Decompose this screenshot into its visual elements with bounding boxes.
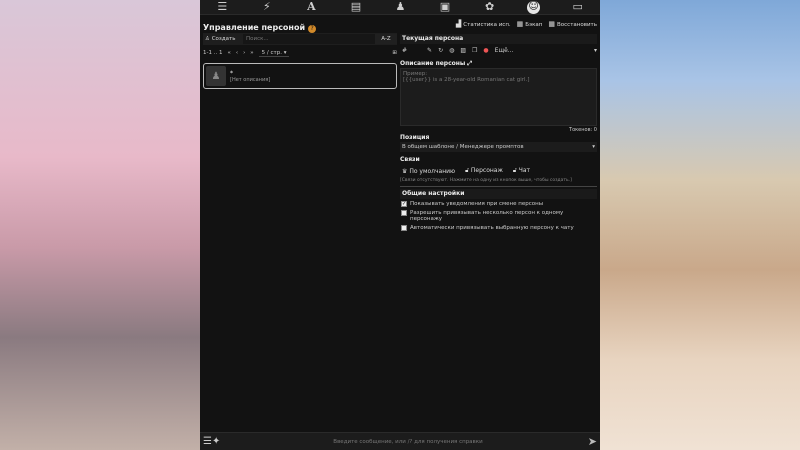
persona-name: *	[230, 69, 233, 77]
links-row: ♛ По умолчанию 🔓︎ Персонаж 🔓︎ Чат	[400, 164, 597, 178]
plug-icon[interactable]: ⚡	[260, 1, 274, 13]
sync-icon[interactable]: ↻	[438, 47, 443, 54]
link-chat-button[interactable]: 🔓︎ Чат	[513, 167, 530, 175]
restore-button[interactable]: ▦ Восстановить	[548, 20, 597, 28]
persona-description: [Нет описания]	[230, 76, 271, 83]
checkbox-unchecked[interactable]	[401, 224, 407, 231]
image-icon[interactable]: ▣	[438, 1, 452, 13]
file-export-icon: ▦	[516, 20, 524, 28]
option-multi-bind[interactable]: Разрешить привязывать несколько персон к…	[400, 209, 597, 223]
pagination: 1-1 .. 1 « ‹ › » 5 / стр. ▾ ⊞	[203, 47, 397, 59]
sort-select[interactable]: A-Z	[375, 34, 397, 44]
user-plus-icon: ♙	[205, 36, 210, 42]
current-persona-name: #	[402, 46, 408, 54]
chat-input-bar: ☰✦ Введите сообщение, или /? для получен…	[200, 432, 600, 450]
help-icon[interactable]: ?	[308, 24, 317, 33]
lock-icon: 🔓︎	[512, 167, 517, 174]
usage-stats-button[interactable]: ▟ Статистика исп.	[456, 20, 511, 28]
next-page-button[interactable]: ›	[243, 50, 245, 56]
users-icon[interactable]: ♟	[393, 1, 407, 13]
link-default-button[interactable]: ♛ По умолчанию	[402, 168, 455, 175]
persona-card[interactable]: ♟ * [Нет описания]	[203, 63, 397, 89]
general-settings-title: Общие настройки	[400, 189, 597, 199]
lock-icon: 🔓︎	[465, 167, 469, 174]
current-persona-title: Текущая персона	[400, 34, 597, 44]
backup-button[interactable]: ▦ Бэкап	[517, 20, 543, 28]
search-input[interactable]: Поиск...	[243, 34, 375, 44]
token-counter: Токенов: 0	[569, 127, 597, 133]
option-notify[interactable]: ✓ Показывать уведомления при смене персон…	[400, 201, 597, 208]
delete-icon[interactable]: ●	[483, 47, 488, 54]
chevron-down-icon: ▾	[592, 144, 595, 150]
links-label: Связи	[400, 156, 420, 163]
message-input[interactable]: Введите сообщение, или /? для получения …	[233, 439, 583, 445]
grid-view-icon[interactable]: ⊞	[392, 50, 397, 56]
position-select[interactable]: В общем шаблоне / Менеджере промптов ▾	[400, 142, 597, 152]
globe-icon[interactable]: ◍	[449, 47, 454, 54]
link-character-button[interactable]: 🔓︎ Персонаж	[465, 167, 503, 175]
send-icon[interactable]: ➤	[583, 435, 597, 448]
more-dropdown[interactable]: Ещё...	[495, 47, 514, 54]
prev-page-button[interactable]: ‹	[236, 50, 238, 56]
persona-management-panel: ☰ ⚡ A ▤ ♟ ▣ ✿ ☺ ▭ Управление персоной? ▟…	[200, 0, 600, 450]
expand-icon[interactable]: ⤢	[467, 60, 472, 67]
per-page-select[interactable]: 5 / стр. ▾	[258, 50, 290, 57]
book-icon[interactable]: ▤	[349, 1, 363, 13]
background-left-scene	[0, 0, 200, 450]
page-title: Управление персоной	[203, 22, 306, 32]
persona-tools: # ✎ ↻ ◍ ▨ ❐ ● Ещё... ▾	[400, 44, 597, 56]
copy-icon[interactable]: ❐	[472, 47, 477, 54]
persona-description-textarea[interactable]: Пример: [{{user}} is a 28-year-old Roman…	[400, 68, 597, 126]
links-note: [Связи отсутствуют. Нажмите на одну из к…	[400, 178, 597, 187]
current-persona-column: Текущая персона # ✎ ↻ ◍ ▨ ❐ ● Ещё... ▾ О…	[398, 33, 600, 231]
page-range: 1-1 .. 1	[203, 50, 223, 56]
first-page-button[interactable]: «	[227, 50, 230, 56]
chart-icon: ▟	[455, 20, 462, 28]
sliders-icon[interactable]: ☰	[215, 1, 229, 13]
create-persona-button[interactable]: ♙ Создать	[203, 36, 243, 42]
panel-header: Управление персоной? ▟ Статистика исп. ▦ Б…	[200, 15, 600, 33]
persona-list-column: ♙ Создать Поиск... A-Z 1-1 .. 1 « ‹ › » …	[200, 33, 398, 231]
avatar: ♟	[206, 66, 226, 86]
menu-and-wand-icons[interactable]: ☰✦	[203, 436, 233, 447]
crown-icon: ♛	[402, 167, 408, 175]
top-toolbar: ☰ ⚡ A ▤ ♟ ▣ ✿ ☺ ▭	[200, 0, 600, 15]
option-auto-bind[interactable]: Автоматически привязывать выбранную перс…	[400, 224, 597, 232]
cubes-icon[interactable]: ✿	[483, 1, 497, 13]
background-right-scene	[600, 0, 800, 450]
id-card-icon[interactable]: ▭	[571, 1, 585, 13]
checkbox-checked[interactable]: ✓	[401, 201, 407, 207]
position-label: Позиция	[400, 134, 430, 141]
font-icon[interactable]: A	[304, 1, 318, 13]
chevron-down-icon[interactable]: ▾	[594, 47, 597, 54]
file-import-icon: ▦	[548, 20, 556, 28]
description-label: Описание персоны ⤢	[400, 60, 473, 67]
checkbox-unchecked[interactable]	[401, 209, 407, 216]
face-smile-icon[interactable]: ☺	[527, 0, 541, 14]
pencil-icon[interactable]: ✎	[427, 47, 432, 54]
last-page-button[interactable]: »	[250, 50, 253, 56]
image-icon[interactable]: ▨	[460, 47, 466, 54]
